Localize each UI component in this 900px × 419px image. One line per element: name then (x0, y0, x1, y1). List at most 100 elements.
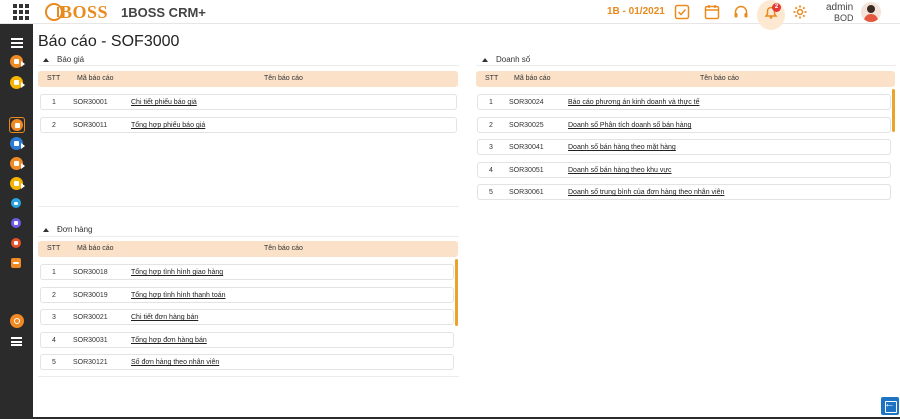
gear-icon[interactable] (792, 4, 808, 20)
row-code: SOR30121 (73, 359, 108, 366)
report-link[interactable]: Doanh số Phân tích doanh số bán hàng (568, 122, 691, 129)
expand-arrow-icon (21, 61, 25, 67)
list-icon[interactable] (10, 36, 23, 49)
row-stt: 4 (489, 167, 493, 174)
top-bar: BOSS 1BOSS CRM+ 1B - 01/2021 2 admin BOD (0, 0, 900, 30)
task-check-icon[interactable] (674, 4, 690, 20)
module-icon-purple[interactable] (11, 218, 21, 228)
user-role: BOD (834, 13, 854, 23)
row-code: SOR30024 (509, 99, 544, 106)
expand-arrow-icon (21, 163, 25, 169)
row-stt: 1 (52, 269, 56, 276)
row-code: SOR30019 (73, 292, 108, 299)
collapse-triangle-icon (482, 57, 488, 62)
divider (38, 376, 459, 377)
table-row[interactable]: 3 SOR30021 Chi tiết đơn hàng bán (40, 309, 454, 325)
logo-text: BOSS (60, 1, 109, 22)
report-link[interactable]: Doanh số bán hàng theo mặt hàng (568, 144, 676, 151)
table-row[interactable]: 2 SOR30019 Tổng hợp tình hình thanh toán (40, 287, 454, 303)
table-row[interactable]: 5 SOR30061 Doanh số trung bình của đơn h… (477, 184, 891, 200)
report-link[interactable]: Báo cáo phương án kinh doanh và thực tế (568, 99, 700, 106)
page-title: Báo cáo - SOF3000 (38, 33, 180, 50)
calendar-icon[interactable] (704, 4, 720, 20)
row-code: SOR30051 (509, 167, 544, 174)
section-toggle-don-hang[interactable]: Đơn hàng (43, 225, 93, 234)
row-stt: 5 (52, 359, 56, 366)
logo-mark-icon (45, 3, 63, 21)
row-code: SOR30031 (73, 337, 108, 344)
app-grid-icon[interactable] (13, 4, 29, 20)
table-row[interactable]: 1 SOR30018 Tổng hợp tình hình giao hàng (40, 264, 454, 280)
grid-list-icon[interactable] (10, 335, 23, 348)
col-stt: STT (485, 75, 499, 82)
col-stt: STT (47, 245, 61, 252)
report-link[interactable]: Tổng hợp phiếu báo giá (131, 122, 205, 129)
col-name: Tên báo cáo (264, 245, 303, 252)
report-link[interactable]: Doanh số bán hàng theo khu vực (568, 167, 672, 174)
divider (38, 65, 459, 66)
headset-icon[interactable] (733, 4, 749, 20)
settings-icon[interactable] (10, 314, 24, 328)
module-icon-orange-3[interactable] (11, 258, 21, 268)
row-stt: 2 (52, 292, 56, 299)
row-code: SOR30025 (509, 122, 544, 129)
report-link[interactable]: Tổng hợp tình hình giao hàng (131, 269, 223, 276)
exit-button[interactable] (881, 397, 899, 415)
report-link[interactable]: Chi tiết phiếu báo giá (131, 99, 197, 106)
user-name[interactable]: admin (826, 2, 853, 13)
col-stt: STT (47, 75, 61, 82)
table-row[interactable]: 2 SOR30011 Tổng hợp phiếu báo giá (40, 117, 457, 133)
section-title: Đơn hàng (57, 225, 93, 234)
col-code: Mã báo cáo (77, 245, 114, 252)
scrollbar-doanh-so[interactable] (892, 89, 895, 132)
divider (38, 206, 459, 207)
section-toggle-doanh-so[interactable]: Doanh số (482, 55, 530, 64)
table-row[interactable]: 3 SOR30041 Doanh số bán hàng theo mặt hà… (477, 139, 891, 155)
section-title: Doanh số (496, 55, 531, 64)
period-selector[interactable]: 1B - 01/2021 (607, 6, 665, 17)
row-code: SOR30061 (509, 189, 544, 196)
col-name: Tên báo cáo (264, 75, 303, 82)
table-row[interactable]: 4 SOR30031 Tổng hợp đơn hàng bán (40, 332, 454, 348)
col-name: Tên báo cáo (700, 75, 739, 82)
table-header-bao-gia: STT Mã báo cáo Tên báo cáo (38, 71, 458, 87)
telegram-icon[interactable] (11, 198, 21, 208)
table-row[interactable]: 1 SOR30024 Báo cáo phương án kinh doanh … (477, 94, 891, 110)
table-header-doanh-so: STT Mã báo cáo Tên báo cáo (476, 71, 895, 87)
table-row[interactable]: 2 SOR30025 Doanh số Phân tích doanh số b… (477, 117, 891, 133)
row-stt: 3 (52, 314, 56, 321)
table-row[interactable]: 5 SOR30121 Số đơn hàng theo nhân viên (40, 354, 454, 370)
col-code: Mã báo cáo (514, 75, 551, 82)
report-link[interactable]: Chi tiết đơn hàng bán (131, 314, 198, 321)
table-row[interactable]: 1 SOR30001 Chi tiết phiếu báo giá (40, 94, 457, 110)
report-link[interactable]: Doanh số trung bình của đơn hàng theo nh… (568, 189, 724, 196)
expand-arrow-icon (21, 183, 25, 189)
report-link[interactable]: Tổng hợp tình hình thanh toán (131, 292, 226, 299)
row-stt: 1 (52, 99, 56, 106)
row-stt: 1 (489, 99, 493, 106)
report-link[interactable]: Số đơn hàng theo nhân viên (131, 359, 219, 366)
collapse-triangle-icon (43, 57, 49, 62)
sidebar (0, 24, 33, 419)
divider (38, 236, 459, 237)
module-icon-red[interactable] (11, 238, 21, 248)
report-link[interactable]: Tổng hợp đơn hàng bán (131, 337, 207, 344)
row-stt: 2 (52, 122, 56, 129)
divider (476, 65, 896, 66)
module-icon-active[interactable] (11, 119, 23, 131)
row-stt: 3 (489, 144, 493, 151)
table-row[interactable]: 4 SOR30051 Doanh số bán hàng theo khu vự… (477, 162, 891, 178)
section-toggle-bao-gia[interactable]: Báo giá (43, 55, 84, 64)
table-header-don-hang: STT Mã báo cáo Tên báo cáo (38, 241, 458, 257)
notification-badge: 2 (772, 3, 781, 12)
section-title: Báo giá (57, 55, 85, 64)
avatar[interactable] (861, 2, 881, 22)
expand-arrow-icon (21, 143, 25, 149)
scrollbar-don-hang[interactable] (455, 259, 458, 326)
brand-logo[interactable]: BOSS (45, 2, 108, 22)
col-code: Mã báo cáo (77, 75, 114, 82)
row-stt: 5 (489, 189, 493, 196)
row-code: SOR30011 (73, 122, 108, 129)
row-stt: 2 (489, 122, 493, 129)
app-name: 1BOSS CRM+ (121, 5, 206, 20)
